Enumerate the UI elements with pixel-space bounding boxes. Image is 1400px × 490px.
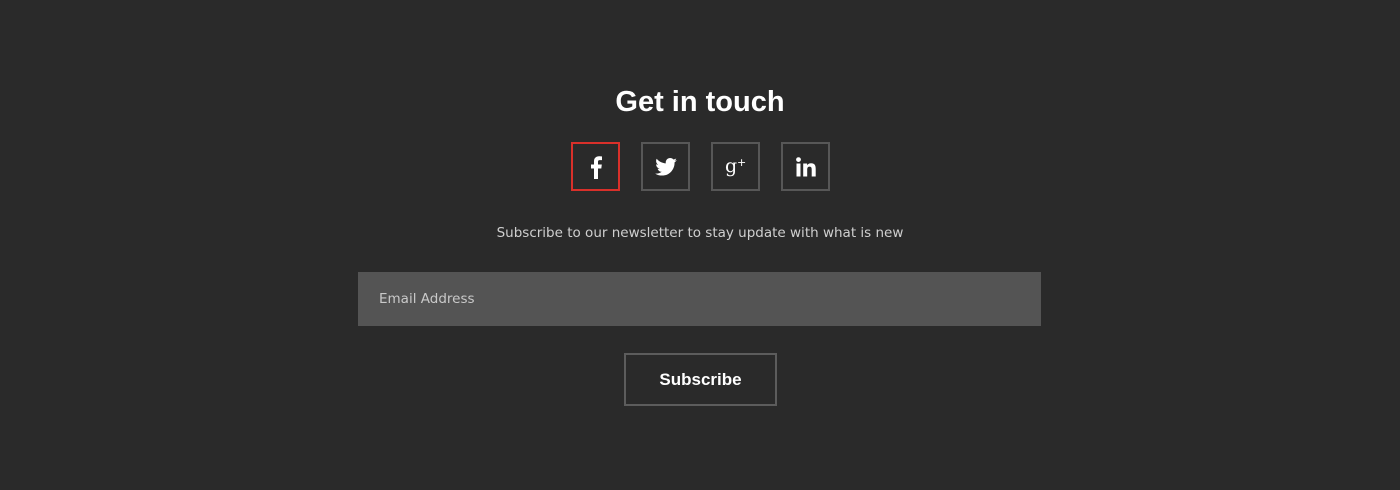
twitter-icon [654, 157, 677, 176]
section-title: Get in touch [615, 86, 785, 118]
svg-text:+: + [737, 156, 746, 169]
facebook-icon [589, 155, 603, 179]
google-plus-link[interactable]: g + [711, 142, 760, 191]
linkedin-link[interactable] [781, 142, 830, 191]
linkedin-icon [795, 156, 816, 177]
svg-text:g: g [725, 155, 737, 177]
subscribe-button[interactable]: Subscribe [624, 353, 777, 406]
social-links: g + [571, 142, 830, 191]
newsletter-subtitle: Subscribe to our newsletter to stay upda… [496, 225, 904, 241]
email-input[interactable] [358, 272, 1041, 326]
contact-section: Get in touch g + Subscribe to our newsle… [0, 0, 1400, 490]
facebook-link[interactable] [571, 142, 620, 191]
twitter-link[interactable] [641, 142, 690, 191]
google-plus-icon: g + [724, 155, 748, 179]
